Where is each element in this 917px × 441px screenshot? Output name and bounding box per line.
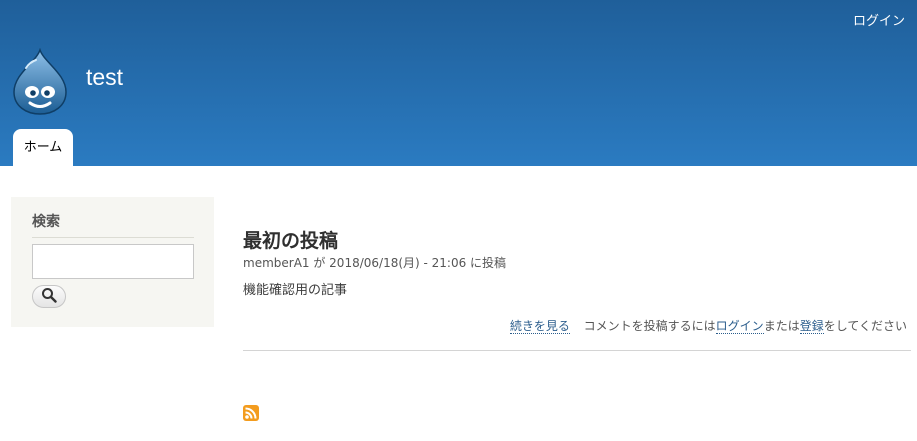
search-input[interactable] bbox=[32, 244, 194, 279]
comment-prefix-text: コメントを投稿するには bbox=[583, 319, 716, 333]
comment-register-link[interactable]: 登録 bbox=[799, 319, 824, 334]
tab-home[interactable]: ホーム bbox=[13, 129, 73, 166]
node-title-link[interactable]: 最初の投稿 bbox=[243, 226, 338, 253]
rss-feed-icon[interactable] bbox=[243, 405, 259, 421]
magnifier-icon bbox=[41, 287, 57, 306]
sidebar-search-block: 検索 bbox=[11, 197, 214, 327]
content-divider bbox=[243, 350, 911, 351]
site-header: ログイン test ホーム bbox=[0, 0, 917, 166]
node-submitted-info: memberA1 が 2018/06/18(月) - 21:06 に投稿 bbox=[243, 256, 507, 270]
drupal-logo-icon[interactable] bbox=[10, 47, 70, 116]
site-name-link[interactable]: test bbox=[86, 64, 123, 91]
read-more-link[interactable]: 続きを見る bbox=[509, 319, 570, 334]
comment-or-text: または bbox=[763, 319, 800, 333]
node-links: 続きを見る コメントを投稿するにはログインまたは登録をしてください bbox=[509, 317, 907, 334]
search-block-title: 検索 bbox=[32, 211, 194, 238]
node-body-text: 機能確認用の記事 bbox=[243, 283, 348, 298]
comment-login-link[interactable]: ログイン bbox=[715, 319, 764, 334]
comment-suffix-text: をしてください bbox=[823, 319, 907, 333]
search-button[interactable] bbox=[32, 285, 66, 308]
login-link[interactable]: ログイン bbox=[853, 10, 905, 29]
